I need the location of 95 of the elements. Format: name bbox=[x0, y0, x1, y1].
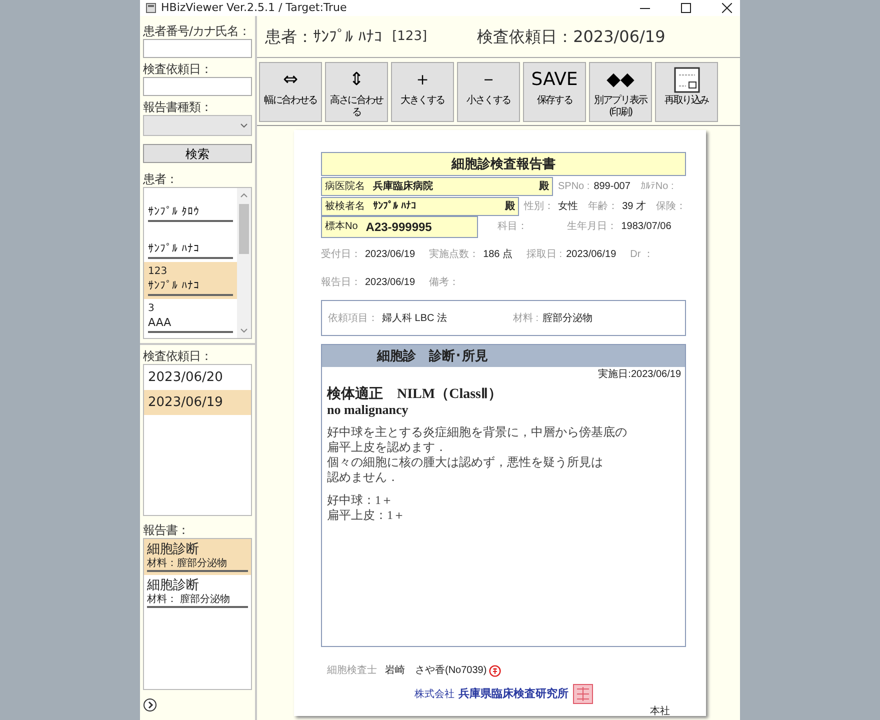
expand-icon[interactable] bbox=[143, 698, 157, 712]
info-label: Dr ： bbox=[630, 248, 654, 260]
request-label: 依頼項目： bbox=[328, 312, 378, 324]
patient-item[interactable]: ｻﾝﾌﾟﾙ ﾊﾅｺ bbox=[144, 225, 237, 262]
date-item[interactable]: 2023/06/20 bbox=[144, 365, 251, 390]
diagnosis-subheading: no malignancy bbox=[326, 402, 410, 417]
honorific: 殿 bbox=[539, 180, 549, 194]
company-name: 兵庫県臨床検査研究所 bbox=[458, 686, 568, 702]
seal-icon bbox=[488, 664, 501, 676]
scrollbar[interactable] bbox=[237, 188, 251, 338]
caret-icon bbox=[240, 123, 248, 128]
signer-label: 細胞検査士 bbox=[327, 664, 377, 678]
field-label: 患者番号/カナ氏名： bbox=[143, 23, 250, 39]
info-value: 女性 bbox=[558, 201, 578, 212]
patient-id: [123] bbox=[392, 28, 428, 46]
signer-name: 岩崎 さや香(No7039) bbox=[385, 664, 487, 678]
field-value: ｻﾝﾌﾟﾙ ﾊﾅｺ bbox=[373, 199, 417, 214]
patient-name: ｻﾝﾌﾟﾙ ﾀﾛｳ bbox=[148, 204, 233, 222]
report-item[interactable]: 細胞診断 材料： 膣部分泌物 bbox=[144, 575, 251, 611]
field-label: 検査依頼日： bbox=[143, 61, 212, 77]
app-icon bbox=[146, 3, 156, 13]
patient-name: ｻﾝﾌﾟﾙ ﾊﾅｺ bbox=[148, 278, 233, 296]
scroll-up-icon[interactable] bbox=[240, 192, 248, 198]
patient-name: 患者：ｻﾝﾌﾟﾙ ﾊﾅｺ bbox=[265, 26, 382, 48]
finding-text: 好中球を主とする炎症細胞を背景に，中層から傍基底の 扁平上皮を認めます． 個々の細胞に核の腫大は認めず，悪性を疑う所見は 認めません． bbox=[326, 425, 628, 485]
info-value: 2023/06/19 bbox=[365, 248, 416, 260]
diagnosis-heading: 検体適正 NILM（ClassⅡ） bbox=[326, 387, 504, 402]
toolbar-button[interactable]: SAVE 保存する bbox=[523, 62, 586, 122]
info-label: SPNo : bbox=[558, 181, 590, 192]
info-label: 保険： bbox=[656, 201, 686, 212]
field-label: 標本No bbox=[325, 220, 358, 234]
stamp-icon bbox=[572, 684, 592, 704]
report-item[interactable]: 細胞診断 材料：膣部分泌物 bbox=[144, 539, 251, 575]
info-label: 生年月日： bbox=[567, 221, 618, 232]
finding-text: 好中球：1＋ 扁平上皮：1＋ bbox=[326, 493, 406, 523]
field-value: 兵庫臨床病院 bbox=[373, 179, 434, 194]
toolbar-button[interactable]: ＋ 大きくする bbox=[391, 62, 454, 122]
info-label: 備考： bbox=[429, 276, 460, 288]
field-label: 病医院名 bbox=[325, 180, 365, 194]
info-value: 186 点 bbox=[483, 248, 513, 260]
report-title: 細胞診断 bbox=[147, 541, 200, 558]
patient-name: ｻﾝﾌﾟﾙ ﾊﾅｺ bbox=[148, 241, 233, 259]
patient-item[interactable]: 123 ｻﾝﾌﾟﾙ ﾊﾅｺ bbox=[144, 262, 237, 299]
info-label: 実施点数： bbox=[429, 248, 480, 260]
report-material: 材料：膣部分泌物 bbox=[147, 558, 248, 572]
scroll-down-icon[interactable] bbox=[240, 328, 248, 334]
company-prefix: 株式会社 bbox=[414, 688, 454, 702]
info-label: 受付日： bbox=[321, 248, 361, 260]
info-label: 科目： bbox=[498, 221, 528, 232]
info-label: 採取日 : bbox=[526, 248, 562, 260]
info-label: 報告日： bbox=[321, 276, 361, 288]
input-field[interactable] bbox=[143, 77, 252, 96]
info-value: 899-007 bbox=[594, 181, 630, 192]
toolbar-button[interactable]: 再取り込み bbox=[655, 62, 718, 122]
toolbar-button[interactable]: ⇕ 高さに合わせる bbox=[325, 62, 388, 122]
info-label: 性別： bbox=[524, 201, 554, 212]
window-title: HBizViewer Ver.2.5.1 / Target:True bbox=[161, 0, 347, 16]
info-value: 2023/06/19 bbox=[566, 248, 616, 260]
request-value: 婦人科 LBC 法 bbox=[382, 312, 448, 324]
request-label: 材料 : bbox=[513, 312, 539, 324]
field-value: A23-999995 bbox=[366, 218, 433, 236]
info-value: 2023/06/19 bbox=[365, 276, 416, 288]
patient-name: AAA bbox=[148, 315, 233, 333]
branch-label: 本社 bbox=[649, 704, 671, 719]
info-value: 1983/07/06 bbox=[621, 221, 672, 232]
info-label: ｶﾙﾃNo : bbox=[640, 181, 674, 192]
close-icon[interactable] bbox=[722, 3, 732, 13]
info-value: 39 才 bbox=[622, 201, 646, 212]
report-material: 材料： 膣部分泌物 bbox=[147, 594, 248, 608]
input-field[interactable] bbox=[143, 39, 252, 58]
scrollbar-thumb[interactable] bbox=[239, 204, 249, 254]
search-button[interactable]: 検索 bbox=[143, 144, 252, 163]
field-label: 被検者名 bbox=[325, 200, 365, 214]
patient-item[interactable]: ｻﾝﾌﾟﾙ ﾀﾛｳ bbox=[144, 188, 237, 225]
honorific: 殿 bbox=[505, 200, 516, 214]
performed-date: 実施日:2023/06/19 bbox=[597, 368, 682, 382]
info-label: 年齢： bbox=[588, 201, 618, 212]
list-label: 患者： bbox=[143, 171, 178, 187]
request-date: 検査依頼日：2023/06/19 bbox=[477, 26, 666, 48]
patient-id: 123 bbox=[148, 266, 168, 278]
list-label: 検査依頼日： bbox=[143, 348, 212, 364]
maximize-icon[interactable] bbox=[681, 3, 691, 13]
list-label: 報告書： bbox=[143, 522, 189, 538]
toolbar-button[interactable]: － 小さくする bbox=[457, 62, 520, 122]
field-label: 報告書種類： bbox=[143, 99, 212, 115]
patient-id: 3 bbox=[148, 303, 156, 315]
patient-item[interactable]: 3 AAA bbox=[144, 299, 237, 336]
toolbar-button[interactable]: ◆◆ 別アプリ表示 (印刷) bbox=[589, 62, 652, 122]
request-value: 腟部分泌物 bbox=[542, 312, 593, 324]
section-header: 細胞診 診断･所見 bbox=[322, 345, 685, 367]
report-title: 細胞診検査報告書 bbox=[321, 152, 686, 176]
date-item[interactable]: 2023/06/19 bbox=[144, 390, 251, 415]
pdf-icon bbox=[674, 67, 700, 93]
toolbar-button[interactable]: ⇔ 幅に合わせる bbox=[259, 62, 322, 122]
report-title: 細胞診断 bbox=[147, 577, 200, 594]
